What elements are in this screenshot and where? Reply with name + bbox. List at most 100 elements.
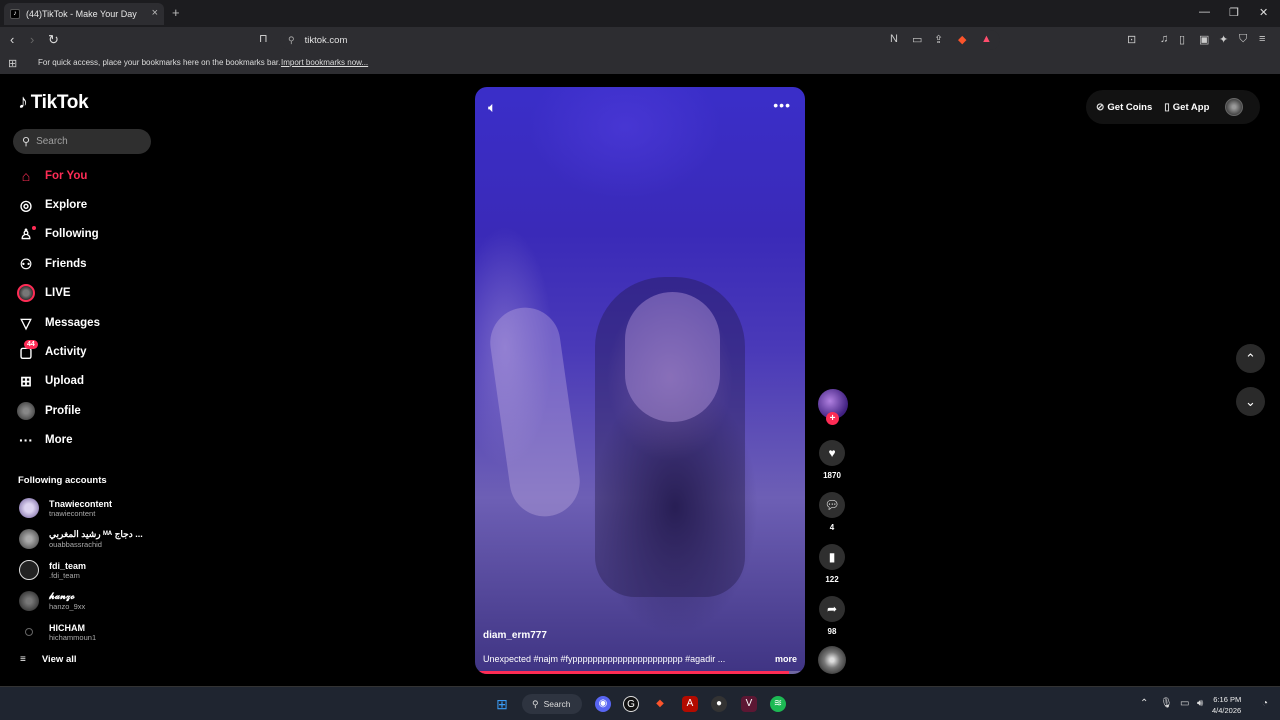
account-handle: tnawiecontent	[49, 508, 96, 518]
nav-activity[interactable]: ▢ 44 Activity	[16, 339, 87, 363]
browser-tab[interactable]: ♪ (44)TikTok - Make Your Day ×	[4, 3, 164, 25]
nav-label: Activity	[45, 346, 87, 358]
next-video-button[interactable]: ⌄	[1236, 387, 1265, 416]
following-account[interactable]: HICHAM hichammoun1	[19, 619, 96, 645]
get-app-button[interactable]: ▯ Get App	[1164, 102, 1209, 113]
nav-profile[interactable]: Profile	[16, 400, 81, 422]
github-icon[interactable]: G	[623, 696, 639, 712]
menu-icon[interactable]: ≡	[1259, 33, 1265, 45]
import-bookmarks-link[interactable]: Import bookmarks now...	[281, 58, 368, 67]
vpn-icon[interactable]: ⛉	[1239, 33, 1247, 46]
leo-ai-icon[interactable]: ✦	[1219, 33, 1228, 46]
nav-more[interactable]: ··· More	[16, 429, 72, 451]
comment-action[interactable]: 💬︎ 4	[818, 492, 846, 532]
chevron-up-icon: ⌃	[1245, 351, 1256, 366]
tray-overflow-icon[interactable]: ⌃	[1140, 698, 1148, 709]
video-player[interactable]: 🔈︎ ••• diam_erm777 Unexpected #najm #fyp…	[475, 87, 805, 674]
volume-icon[interactable]: 🔈︎	[488, 99, 496, 116]
account-handle: ouabbassrachid	[49, 540, 102, 549]
avatar	[19, 498, 39, 518]
nav-upload[interactable]: ⊞ Upload	[16, 370, 84, 392]
reload-icon[interactable]: ↻	[48, 32, 59, 48]
taskbar-search-label: Search	[543, 699, 571, 709]
nav-label: LIVE	[45, 287, 71, 299]
sidebar-icon[interactable]: ▯	[1179, 33, 1185, 46]
heart-icon[interactable]: ♥	[819, 440, 845, 466]
cast-icon[interactable]: ▭	[912, 33, 922, 46]
video-more-options-icon[interactable]: •••	[773, 97, 791, 113]
avatar-icon	[17, 402, 35, 420]
bookmark-save-icon[interactable]: ▮	[819, 544, 845, 570]
view-all-link[interactable]: ≡ View all	[20, 654, 77, 665]
new-tab-button[interactable]: +	[172, 5, 180, 20]
tab-search-icon[interactable]: ⊡	[1127, 33, 1136, 46]
following-account[interactable]: رشيد المغربي ᴹᴬ دجاج ... ouabbassrachid	[19, 526, 143, 552]
acrobat-icon[interactable]: A	[682, 696, 698, 712]
brave-shields-icon[interactable]: ◆	[958, 33, 966, 46]
speaker-icon[interactable]: 🔊︎	[1197, 698, 1203, 709]
share-arrow-icon[interactable]: ➦	[819, 596, 845, 622]
account-name: 𝓱𝓪𝓷𝔃𝓸	[49, 591, 75, 601]
media-app-icon[interactable]: V	[741, 696, 757, 712]
microphone-icon[interactable]: 🎙︎	[1160, 698, 1173, 709]
list-icon: ≡	[20, 654, 26, 665]
share-action[interactable]: ➦ 98	[818, 596, 846, 636]
brave-rewards-icon[interactable]: ▲	[981, 33, 992, 45]
nav-following[interactable]: ♙ Following	[16, 223, 99, 245]
obs-icon[interactable]: ●	[711, 696, 727, 712]
following-account[interactable]: 𝓱𝓪𝓷𝔃𝓸 hanzo_9xx	[19, 588, 85, 614]
avatar	[19, 560, 39, 580]
window-close-icon[interactable]: ✕	[1259, 6, 1268, 19]
site-info-icon[interactable]: ⚲	[288, 35, 295, 46]
discord-icon[interactable]: ◉	[595, 696, 611, 712]
nav-friends[interactable]: ⚇ Friends	[16, 253, 87, 275]
back-icon[interactable]: ‹	[10, 32, 14, 47]
reader-off-icon[interactable]: N	[890, 33, 898, 45]
network-icon[interactable]: ▭	[1180, 698, 1189, 709]
nav-label: Upload	[45, 375, 84, 387]
maximize-icon[interactable]: ❐	[1229, 6, 1239, 19]
windows-start-icon[interactable]: ⊞	[494, 696, 510, 712]
following-account[interactable]: Tnawiecontent tnawiecontent	[19, 495, 112, 521]
taskbar-clock[interactable]: 6:16 PM 4/4/2026	[1212, 694, 1241, 716]
taskbar-search[interactable]: ⚲ Search	[522, 694, 582, 714]
save-count: 122	[825, 575, 839, 584]
notification-bell-icon[interactable]: ◔	[1262, 698, 1268, 709]
search-input[interactable]: ⚲ Search	[13, 129, 151, 154]
view-all-label: View all	[41, 654, 77, 665]
follow-plus-icon[interactable]: +	[826, 412, 839, 425]
caption-more-button[interactable]: more	[775, 654, 797, 664]
nav-label: Explore	[45, 199, 88, 211]
video-author[interactable]: diam_erm777	[483, 630, 547, 641]
brave-icon[interactable]: ◆	[652, 696, 668, 712]
save-action[interactable]: ▮ 122	[818, 544, 846, 584]
tiktok-logo[interactable]: ♪ TikTok	[18, 91, 89, 114]
search-icon: ⚲	[532, 698, 539, 709]
like-action[interactable]: ♥ 1870	[818, 440, 846, 480]
nav-live[interactable]: LIVE	[16, 282, 71, 304]
comment-icon[interactable]: 💬︎	[819, 492, 845, 518]
video-progress-bar[interactable]	[475, 671, 805, 674]
share-icon[interactable]: ⇪	[934, 33, 943, 46]
nav-for-you[interactable]: ⌂ For You	[16, 165, 88, 187]
nav-messages[interactable]: ▽ Messages	[16, 312, 100, 334]
spotify-icon[interactable]: ≋	[770, 696, 786, 712]
following-account[interactable]: fdi_team .fdi_team	[19, 557, 86, 583]
forward-icon[interactable]: ›	[30, 32, 34, 47]
user-avatar[interactable]	[1225, 98, 1244, 116]
avatar	[19, 529, 39, 549]
get-coins-button[interactable]: ⊘ Get Coins	[1096, 102, 1152, 113]
video-progress-fill	[475, 671, 789, 674]
wallet-icon[interactable]: ▣	[1199, 33, 1209, 46]
media-icon[interactable]: ♫	[1160, 33, 1168, 45]
ellipsis-icon: ···	[19, 432, 33, 448]
bookmark-icon[interactable]: ⊓	[259, 32, 268, 45]
tiktok-page: ♪ TikTok ⚲ Search ⌂ For You ◎ Explore ♙ …	[0, 74, 1280, 686]
person-follow-icon: ♙	[16, 225, 36, 243]
nav-explore[interactable]: ◎ Explore	[16, 194, 87, 216]
minimize-icon[interactable]: —	[1199, 6, 1210, 18]
previous-video-button[interactable]: ⌃	[1236, 344, 1265, 373]
music-disc-icon[interactable]	[818, 646, 846, 674]
apps-grid-icon[interactable]: ⊞	[8, 57, 17, 70]
tab-close-icon[interactable]: ×	[152, 7, 158, 19]
